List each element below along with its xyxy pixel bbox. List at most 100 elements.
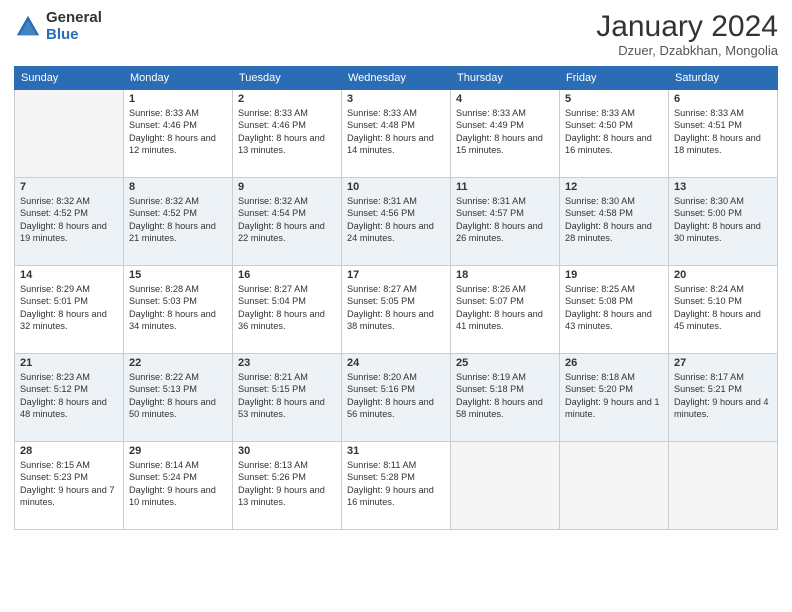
day-number: 19 [565,269,663,281]
table-row [15,90,124,178]
day-number: 10 [347,181,445,193]
day-number: 11 [456,181,554,193]
day-number: 6 [674,93,772,105]
day-number: 23 [238,357,336,369]
day-number: 18 [456,269,554,281]
day-number: 26 [565,357,663,369]
col-monday: Monday [124,67,233,90]
day-number: 31 [347,445,445,457]
day-info: Sunrise: 8:24 AMSunset: 5:10 PMDaylight:… [674,283,772,333]
day-number: 15 [129,269,227,281]
day-info: Sunrise: 8:33 AMSunset: 4:49 PMDaylight:… [456,107,554,157]
table-row [451,442,560,530]
table-row [560,442,669,530]
table-row: 30Sunrise: 8:13 AMSunset: 5:26 PMDayligh… [233,442,342,530]
page-header: General Blue January 2024 Dzuer, Dzabkha… [14,10,778,58]
day-info: Sunrise: 8:32 AMSunset: 4:52 PMDaylight:… [20,195,118,245]
day-info: Sunrise: 8:32 AMSunset: 4:54 PMDaylight:… [238,195,336,245]
table-row: 19 Sunrise: 8:25 AMSunset: 5:08 PMDayligh… [560,266,669,354]
day-info: Sunrise: 8:20 AMSunset: 5:16 PMDaylight:… [347,371,445,421]
col-wednesday: Wednesday [342,67,451,90]
day-info: Sunrise: 8:33 AMSunset: 4:50 PMDaylight:… [565,107,663,157]
day-info: Sunrise: 8:14 AMSunset: 5:24 PMDaylight:… [129,459,227,509]
table-row: 9 Sunrise: 8:32 AMSunset: 4:54 PMDaylight… [233,178,342,266]
day-info: Sunrise: 8:28 AMSunset: 5:03 PMDaylight:… [129,283,227,333]
day-number: 16 [238,269,336,281]
table-row: 13 Sunrise: 8:30 AMSunset: 5:00 PMDayligh… [669,178,778,266]
day-info: Sunrise: 8:33 AMSunset: 4:46 PMDaylight:… [238,107,336,157]
title-block: January 2024 Dzuer, Dzabkhan, Mongolia [596,10,778,58]
table-row: 23 Sunrise: 8:21 AMSunset: 5:15 PMDayligh… [233,354,342,442]
day-number: 14 [20,269,118,281]
calendar-week-row: 21Sunrise: 8:23 AMSunset: 5:12 PMDayligh… [15,354,778,442]
day-number: 1 [129,93,227,105]
day-info: Sunrise: 8:11 AMSunset: 5:28 PMDaylight:… [347,459,445,509]
table-row: 11 Sunrise: 8:31 AMSunset: 4:57 PMDayligh… [451,178,560,266]
day-number: 3 [347,93,445,105]
table-row: 26 Sunrise: 8:18 AMSunset: 5:20 PMDayligh… [560,354,669,442]
table-row: 18 Sunrise: 8:26 AMSunset: 5:07 PMDayligh… [451,266,560,354]
col-friday: Friday [560,67,669,90]
col-tuesday: Tuesday [233,67,342,90]
day-number: 13 [674,181,772,193]
table-row: 27 Sunrise: 8:17 AMSunset: 5:21 PMDayligh… [669,354,778,442]
day-number: 2 [238,93,336,105]
table-row: 3 Sunrise: 8:33 AMSunset: 4:48 PMDaylight… [342,90,451,178]
day-info: Sunrise: 8:13 AMSunset: 5:26 PMDaylight:… [238,459,336,509]
table-row: 10 Sunrise: 8:31 AMSunset: 4:56 PMDayligh… [342,178,451,266]
day-info: Sunrise: 8:29 AMSunset: 5:01 PMDaylight:… [20,283,118,333]
table-row: 15 Sunrise: 8:28 AMSunset: 5:03 PMDayligh… [124,266,233,354]
day-number: 27 [674,357,772,369]
day-info: Sunrise: 8:33 AMSunset: 4:51 PMDaylight:… [674,107,772,157]
day-info: Sunrise: 8:21 AMSunset: 5:15 PMDaylight:… [238,371,336,421]
table-row: 4 Sunrise: 8:33 AMSunset: 4:49 PMDaylight… [451,90,560,178]
day-info: Sunrise: 8:27 AMSunset: 5:05 PMDaylight:… [347,283,445,333]
day-info: Sunrise: 8:26 AMSunset: 5:07 PMDaylight:… [456,283,554,333]
day-number: 4 [456,93,554,105]
day-info: Sunrise: 8:33 AMSunset: 4:48 PMDaylight:… [347,107,445,157]
day-info: Sunrise: 8:25 AMSunset: 5:08 PMDaylight:… [565,283,663,333]
calendar-header-row: Sunday Monday Tuesday Wednesday Thursday… [15,67,778,90]
day-info: Sunrise: 8:33 AMSunset: 4:46 PMDaylight:… [129,107,227,157]
day-number: 24 [347,357,445,369]
calendar-week-row: 7Sunrise: 8:32 AMSunset: 4:52 PMDaylight… [15,178,778,266]
col-sunday: Sunday [15,67,124,90]
table-row [669,442,778,530]
table-row: 5Sunrise: 8:33 AMSunset: 4:50 PMDaylight… [560,90,669,178]
table-row: 14 Sunrise: 8:29 AMSunset: 5:01 PMDayligh… [15,266,124,354]
col-thursday: Thursday [451,67,560,90]
table-row: 8Sunrise: 8:32 AMSunset: 4:52 PMDaylight… [124,178,233,266]
day-info: Sunrise: 8:31 AMSunset: 4:57 PMDaylight:… [456,195,554,245]
day-info: Sunrise: 8:30 AMSunset: 5:00 PMDaylight:… [674,195,772,245]
calendar-week-row: 28 Sunrise: 8:15 AMSunset: 5:23 PMDayligh… [15,442,778,530]
logo-icon [14,13,42,41]
calendar-week-row: 14 Sunrise: 8:29 AMSunset: 5:01 PMDayligh… [15,266,778,354]
day-number: 8 [129,181,227,193]
day-info: Sunrise: 8:19 AMSunset: 5:18 PMDaylight:… [456,371,554,421]
day-info: Sunrise: 8:17 AMSunset: 5:21 PMDaylight:… [674,371,772,421]
table-row: 16Sunrise: 8:27 AMSunset: 5:04 PMDayligh… [233,266,342,354]
table-row: 6 Sunrise: 8:33 AMSunset: 4:51 PMDaylight… [669,90,778,178]
table-row: 24 Sunrise: 8:20 AMSunset: 5:16 PMDayligh… [342,354,451,442]
location-subtitle: Dzuer, Dzabkhan, Mongolia [596,43,778,58]
logo-general-text: General [46,10,102,27]
day-number: 29 [129,445,227,457]
day-number: 22 [129,357,227,369]
table-row: 12Sunrise: 8:30 AMSunset: 4:58 PMDayligh… [560,178,669,266]
day-number: 9 [238,181,336,193]
day-info: Sunrise: 8:30 AMSunset: 4:58 PMDaylight:… [565,195,663,245]
day-number: 17 [347,269,445,281]
table-row: 20Sunrise: 8:24 AMSunset: 5:10 PMDayligh… [669,266,778,354]
calendar-table: Sunday Monday Tuesday Wednesday Thursday… [14,66,778,530]
month-title: January 2024 [596,10,778,43]
table-row: 22Sunrise: 8:22 AMSunset: 5:13 PMDayligh… [124,354,233,442]
table-row: 1 Sunrise: 8:33 AMSunset: 4:46 PMDaylight… [124,90,233,178]
table-row: 31 Sunrise: 8:11 AMSunset: 5:28 PMDayligh… [342,442,451,530]
day-info: Sunrise: 8:31 AMSunset: 4:56 PMDaylight:… [347,195,445,245]
day-info: Sunrise: 8:15 AMSunset: 5:23 PMDaylight:… [20,459,118,509]
day-info: Sunrise: 8:18 AMSunset: 5:20 PMDaylight:… [565,371,663,421]
day-number: 28 [20,445,118,457]
logo: General Blue [14,10,102,43]
table-row: 25 Sunrise: 8:19 AMSunset: 5:18 PMDayligh… [451,354,560,442]
day-number: 25 [456,357,554,369]
